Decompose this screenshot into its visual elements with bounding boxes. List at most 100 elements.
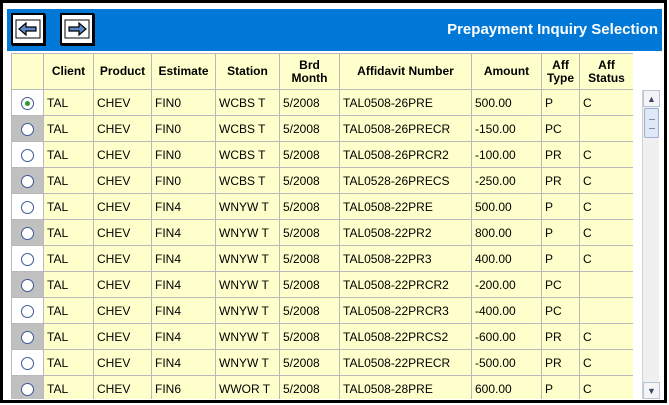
table-row[interactable]: TAL CHEV FIN4 WNYW T 5/2008 TAL0508-22PRCR2 -2… [11,271,633,298]
affidavit-cell: TAL0508-22PRE [339,193,472,220]
station-cell: WNYW T [215,297,280,324]
station-cell: WNYW T [215,271,280,298]
row-select-cell[interactable] [11,245,44,272]
estimate-cell: FIN0 [151,115,216,142]
table-row[interactable]: TAL CHEV FIN4 WNYW T 5/2008 TAL0508-22PRECR -5… [11,349,633,376]
brd-month-column-header: Brd Month [279,53,340,90]
row-radio-button[interactable] [21,304,34,318]
aff-status-cell: C [579,245,633,272]
affidavit-cell: TAL0508-26PRCR2 [339,141,472,168]
brd-month-cell: 5/2008 [279,115,340,142]
table-row[interactable]: TAL CHEV FIN4 WNYW T 5/2008 TAL0508-22PRE 500.… [11,193,633,220]
client-cell: TAL [43,219,94,246]
station-cell: WNYW T [215,323,280,350]
brd-month-cell: 5/2008 [279,375,340,399]
aff-type-cell: P [541,89,580,116]
product-cell: CHEV [93,323,152,350]
product-cell: CHEV [93,219,152,246]
affidavit-cell: TAL0508-26PRE [339,89,472,116]
table-row[interactable]: TAL CHEV FIN0 WCBS T 5/2008 TAL0508-26PRCR2 -1… [11,141,633,168]
row-select-cell[interactable] [11,89,44,116]
product-cell: CHEV [93,349,152,376]
station-cell: WCBS T [215,141,280,168]
product-cell: CHEV [93,89,152,116]
brd-month-cell: 5/2008 [279,193,340,220]
client-cell: TAL [43,297,94,324]
row-select-cell[interactable] [11,375,44,399]
aff-status-cell: C [579,141,633,168]
row-radio-button[interactable] [21,200,34,214]
row-radio-button[interactable] [21,278,34,292]
product-cell: CHEV [93,271,152,298]
table-row[interactable]: TAL CHEV FIN4 WNYW T 5/2008 TAL0508-22PR2 800.… [11,219,633,246]
scroll-up-arrow-icon[interactable]: ▲ [643,90,660,107]
aff-status-cell: C [579,193,633,220]
table-row[interactable]: TAL CHEV FIN6 WWOR T 5/2008 TAL0508-28PRE 600.… [11,375,633,399]
row-radio-button[interactable] [21,174,34,188]
amount-cell: -500.00 [471,349,542,376]
aff-status-cell: C [579,89,633,116]
table-row[interactable]: TAL CHEV FIN0 WCBS T 5/2008 TAL0528-26PRECS -2… [11,167,633,194]
aff-type-cell: P [541,193,580,220]
amount-column-header: Amount [471,53,542,90]
estimate-cell: FIN0 [151,167,216,194]
estimate-cell: FIN4 [151,349,216,376]
estimate-cell: FIN4 [151,219,216,246]
row-radio-button[interactable] [21,96,34,110]
affidavit-cell: TAL0508-22PRCR3 [339,297,472,324]
forward-button[interactable] [60,13,94,45]
aff-status-cell: C [579,323,633,350]
table-row[interactable]: TAL CHEV FIN4 WNYW T 5/2008 TAL0508-22PRCR3 -4… [11,297,633,324]
estimate-column-header: Estimate [151,53,216,90]
table-row[interactable]: TAL CHEV FIN0 WCBS T 5/2008 TAL0508-26PRECR -1… [11,115,633,142]
affidavit-cell: TAL0508-22PRECR [339,349,472,376]
aff-type-cell: PR [541,323,580,350]
row-select-cell[interactable] [11,193,44,220]
table-row[interactable]: TAL CHEV FIN4 WNYW T 5/2008 TAL0508-22PR3 400.… [11,245,633,272]
scrollbar-thumb[interactable] [644,108,659,138]
row-select-cell[interactable] [11,141,44,168]
estimate-cell: FIN6 [151,375,216,399]
row-select-cell[interactable] [11,219,44,246]
station-cell: WNYW T [215,349,280,376]
estimate-cell: FIN4 [151,323,216,350]
vertical-scrollbar[interactable]: ▲ ▼ [642,90,660,399]
row-radio-button[interactable] [21,382,34,396]
row-radio-button[interactable] [21,148,34,162]
amount-cell: 400.00 [471,245,542,272]
row-select-cell[interactable] [11,115,44,142]
brd-month-cell: 5/2008 [279,219,340,246]
client-cell: TAL [43,193,94,220]
aff-type-cell: PR [541,141,580,168]
scroll-down-arrow-icon[interactable]: ▼ [643,382,660,399]
row-radio-button[interactable] [21,330,34,344]
forward-arrow-icon [64,19,90,39]
client-cell: TAL [43,141,94,168]
station-column-header: Station [215,53,280,90]
row-select-cell[interactable] [11,349,44,376]
aff-status-cell [579,297,633,324]
affidavit-column-header: Affidavit Number [339,53,472,90]
amount-cell: -200.00 [471,271,542,298]
aff-type-cell: P [541,375,580,399]
affidavit-cell: TAL0508-22PR3 [339,245,472,272]
client-column-header: Client [43,53,94,90]
row-select-cell[interactable] [11,167,44,194]
amount-cell: 500.00 [471,193,542,220]
row-radio-button[interactable] [21,252,34,266]
product-column-header: Product [93,53,152,90]
row-select-cell[interactable] [11,297,44,324]
row-radio-button[interactable] [21,356,34,370]
aff-type-cell: PC [541,297,580,324]
row-radio-button[interactable] [21,122,34,136]
table-row[interactable]: TAL CHEV FIN4 WNYW T 5/2008 TAL0508-22PRCS2 -6… [11,323,633,350]
row-radio-button[interactable] [21,226,34,240]
aff-type-cell: P [541,219,580,246]
table-row[interactable]: TAL CHEV FIN0 WCBS T 5/2008 TAL0508-26PRE 500.… [11,89,633,116]
row-select-cell[interactable] [11,323,44,350]
brd-month-cell: 5/2008 [279,349,340,376]
back-button[interactable] [11,13,45,45]
aff-type-cell: PC [541,271,580,298]
row-select-cell[interactable] [11,271,44,298]
aff-status-cell: C [579,375,633,399]
